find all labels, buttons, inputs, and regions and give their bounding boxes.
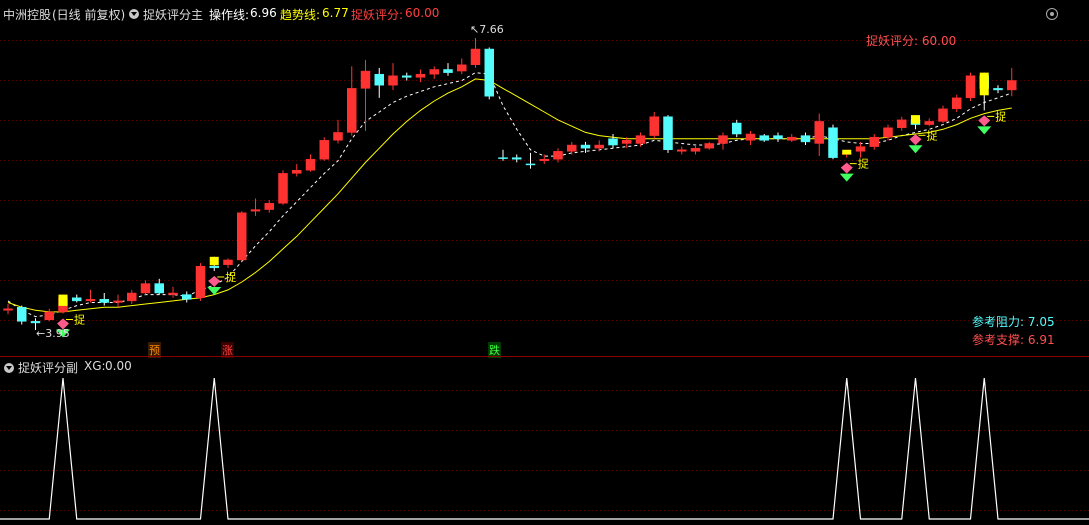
xg-label: XG: xyxy=(84,359,106,373)
xg-line xyxy=(0,377,1089,520)
sub-panel-header: 捉妖评分副 XG: 0.00 xyxy=(0,356,1089,376)
sub-indicator-chart[interactable] xyxy=(0,0,1089,525)
sub-indicator-title[interactable]: 捉妖评分副 xyxy=(18,359,78,376)
xg-value: 0.00 xyxy=(105,359,132,373)
sub-indicator-menu-icon[interactable] xyxy=(4,363,14,373)
sub-grid xyxy=(0,390,1089,511)
